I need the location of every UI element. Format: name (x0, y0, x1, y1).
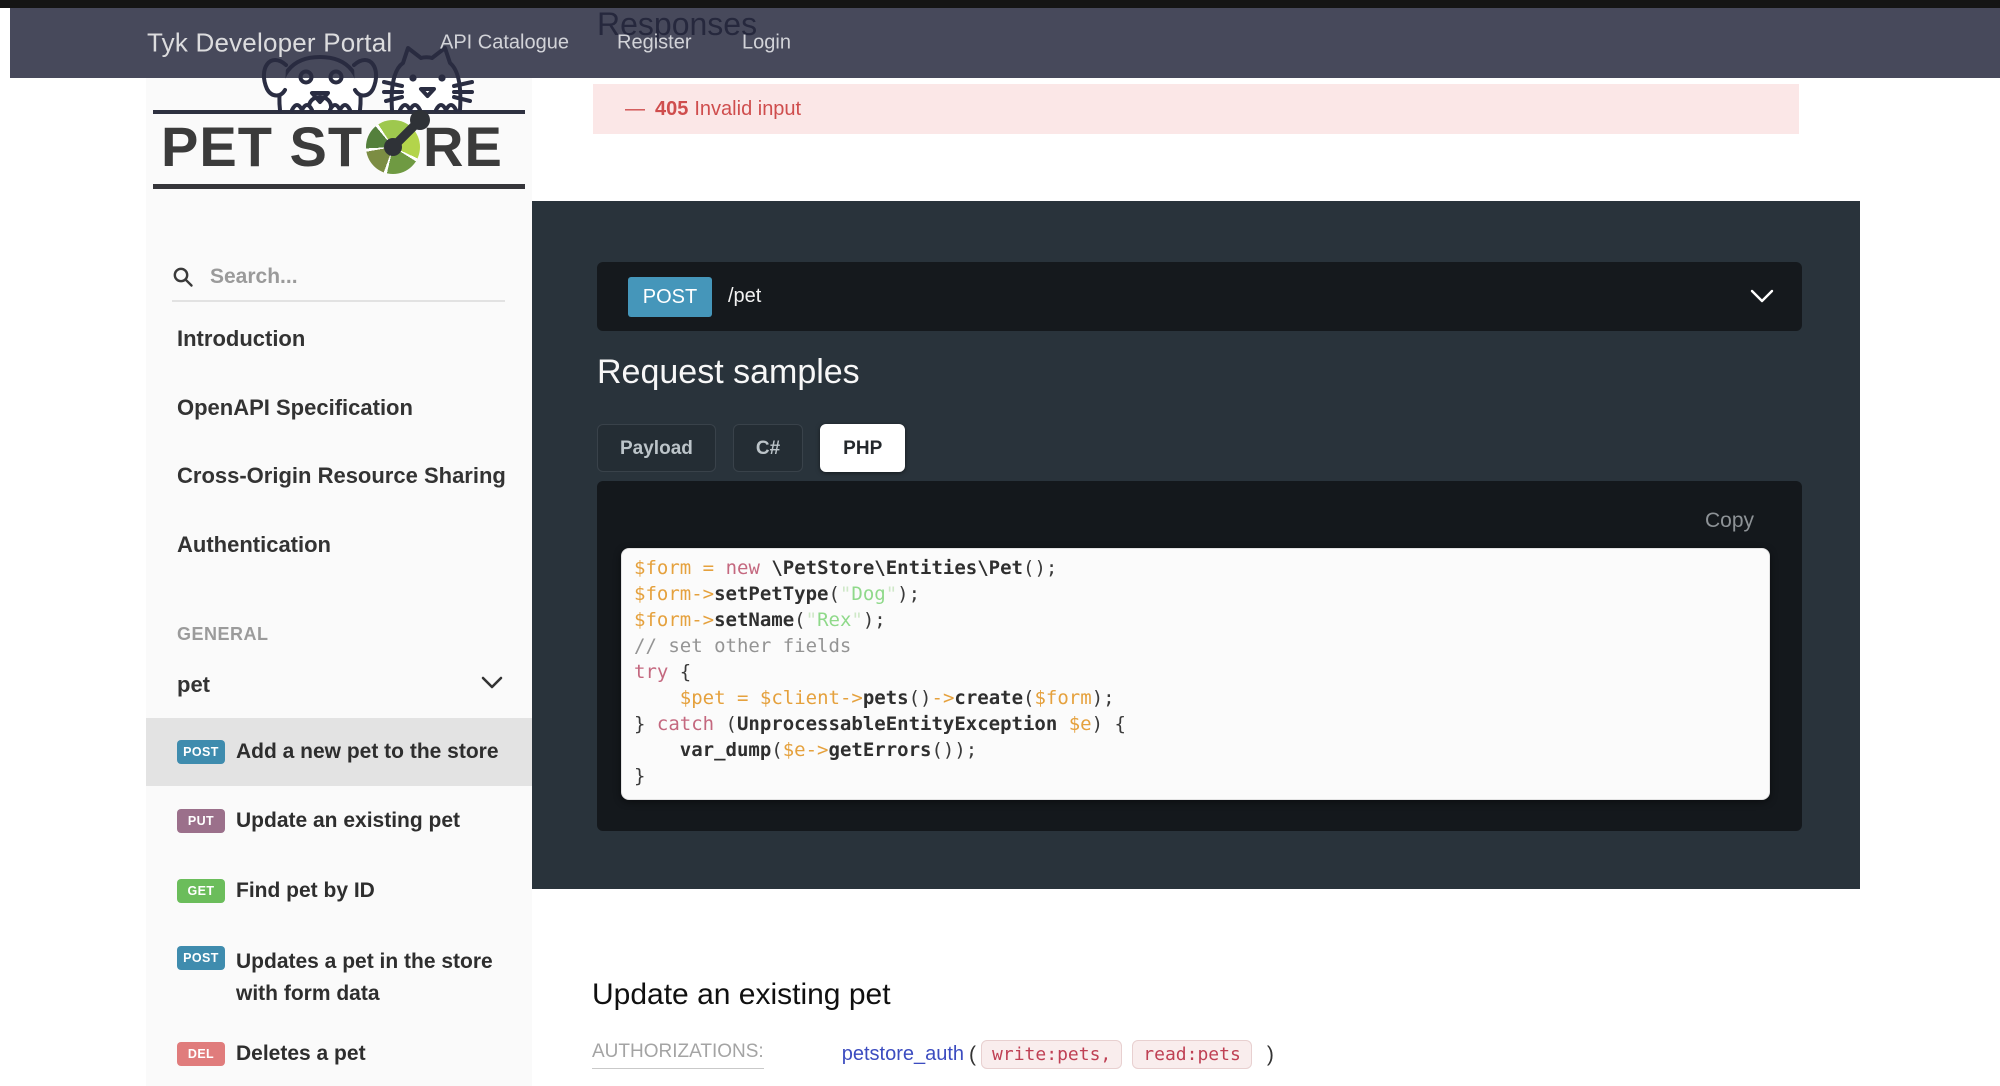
scope-chip-write-pets: write:pets, (981, 1040, 1122, 1069)
response-description: Invalid input (694, 98, 801, 121)
sidebar-group-pet[interactable]: pet (146, 664, 532, 708)
response-dash: — (625, 98, 645, 121)
tab-php[interactable]: PHP (820, 424, 905, 472)
code-line: // set other fields (634, 633, 1757, 659)
authorizations-label: AUTHORIZATIONS: (592, 1041, 764, 1069)
sidebar-endpoint-item[interactable]: PUT Update an existing pet (146, 786, 532, 856)
petstore-logo[interactable]: PET ST RE (161, 114, 503, 179)
code-line: $pet = $client->pets()->create($form); (634, 685, 1757, 711)
search-box (172, 254, 505, 302)
code-line: $form->setName("Rex"); (634, 607, 1757, 633)
search-icon (172, 266, 194, 288)
sidebar-endpoint-item[interactable]: GET Find pet by ID (146, 856, 532, 926)
endpoint-label: Find pet by ID (236, 875, 375, 907)
endpoint-label: Updates a pet in the store with form dat… (236, 946, 521, 1010)
copy-button[interactable]: Copy (1705, 509, 1754, 533)
tab-c[interactable]: C# (733, 424, 803, 472)
sidebar-endpoint-item[interactable]: POST Add a new pet to the store (146, 718, 532, 786)
method-badge: POST (177, 946, 225, 970)
tab-payload[interactable]: Payload (597, 424, 716, 472)
method-badge: GET (177, 879, 225, 903)
endpoint-bar[interactable]: POST /pet (597, 262, 1802, 331)
paren-close: ) (1267, 1043, 1274, 1067)
sidebar-section-general: GENERAL (177, 624, 269, 645)
endpoint-path: /pet (728, 262, 761, 331)
top-navbar: Tyk Developer Portal API Catalogue Regis… (10, 8, 2000, 78)
portal-brand[interactable]: Tyk Developer Portal (147, 28, 392, 59)
endpoint-list: POST Add a new pet to the store PUT Update … (146, 718, 532, 1086)
sidebar-item-openapi-specification[interactable]: OpenAPI Specification (177, 395, 413, 421)
endpoint-label: Add a new pet to the store (236, 736, 499, 768)
search-input[interactable] (208, 264, 472, 290)
logo-divider-bottom (153, 184, 525, 189)
sidebar-item-cors[interactable]: Cross-Origin Resource Sharing (177, 463, 506, 489)
chevron-down-icon[interactable] (1750, 289, 1774, 304)
petstore-auth-link[interactable]: petstore_auth (842, 1043, 964, 1066)
method-badge-post: POST (628, 277, 712, 317)
navbar-link-api-catalogue[interactable]: API Catalogue (440, 32, 569, 55)
paren-open: ( (969, 1043, 976, 1067)
navbar-link-login[interactable]: Login (742, 32, 791, 55)
logo-text-left: PET ST (161, 114, 363, 179)
sidebar: PET ST RE Introduction OpenAPI Specifica… (146, 8, 532, 1086)
logo-green-o-icon (366, 120, 420, 174)
code-line: $form = new \PetStore\Entities\Pet(); (634, 555, 1757, 581)
pet-group-label: pet (177, 672, 210, 698)
window-top-strip (0, 0, 2000, 8)
language-tabs: Payload C# PHP (597, 424, 905, 472)
code-sample-container: Copy $form = new \PetStore\Entities\Pet(… (597, 481, 1802, 831)
navbar-link-register[interactable]: Register (617, 32, 691, 55)
request-samples-panel: POST /pet Request samples Payload C# PHP C… (532, 201, 1860, 889)
sidebar-endpoint-item[interactable]: DEL Deletes a pet (146, 1022, 532, 1086)
method-badge: POST (177, 740, 225, 764)
code-line: var_dump($e->getErrors()); (634, 737, 1757, 763)
page: Responses Tyk Developer Portal API Catal… (0, 0, 2000, 1086)
code-line: $form->setPetType("Dog"); (634, 581, 1757, 607)
logo-text-right: RE (423, 114, 503, 179)
sidebar-item-introduction[interactable]: Introduction (177, 326, 305, 352)
code-line: } (634, 763, 1757, 789)
authorizations-row: AUTHORIZATIONS: petstore_auth ( write:pe… (592, 1040, 1279, 1069)
response-code: 405 (655, 98, 688, 121)
scope-chip-read-pets: read:pets (1132, 1040, 1252, 1069)
method-badge: PUT (177, 809, 225, 833)
code-line: try { (634, 659, 1757, 685)
operation-heading-update-pet: Update an existing pet (592, 978, 891, 1012)
chevron-down-icon (481, 676, 503, 690)
php-code-sample: $form = new \PetStore\Entities\Pet();$fo… (621, 548, 1770, 800)
code-line: } catch (UnprocessableEntityException $e… (634, 711, 1757, 737)
request-samples-heading: Request samples (597, 353, 860, 392)
sidebar-item-authentication[interactable]: Authentication (177, 532, 331, 558)
endpoint-label: Update an existing pet (236, 805, 460, 837)
endpoint-label: Deletes a pet (236, 1038, 366, 1070)
method-badge: DEL (177, 1042, 225, 1066)
sidebar-endpoint-item[interactable]: POST Updates a pet in the store with form… (146, 926, 532, 1022)
response-405-row[interactable]: — 405 Invalid input (593, 84, 1799, 134)
